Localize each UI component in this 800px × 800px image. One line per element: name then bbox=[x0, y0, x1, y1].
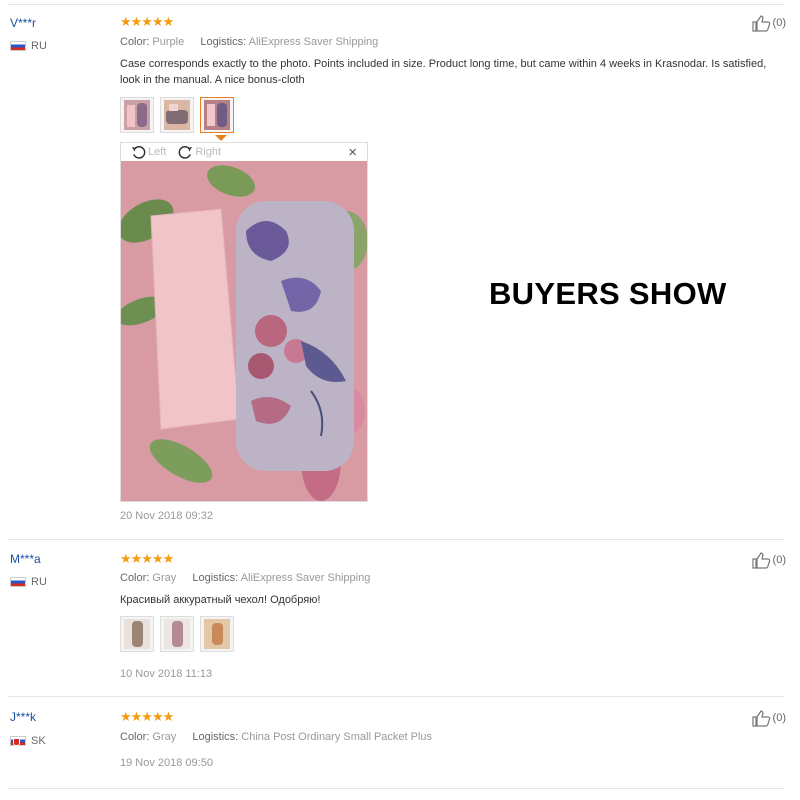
like-button[interactable]: (0) bbox=[751, 709, 786, 727]
logistics-label: Logistics: bbox=[192, 572, 239, 584]
thumbs-up-icon bbox=[751, 710, 770, 727]
star-rating: ★★★★★ bbox=[120, 14, 174, 29]
flag-icon bbox=[10, 41, 26, 51]
rotate-right-icon bbox=[178, 145, 193, 159]
buyers-show-banner: BUYERS SHOW bbox=[489, 276, 727, 311]
color-value: Gray bbox=[152, 572, 177, 584]
photo-thumbnail[interactable] bbox=[200, 616, 234, 652]
order-info: Color: Gray Logistics: AliExpress Saver … bbox=[120, 572, 370, 584]
reviewer-name[interactable]: J***k bbox=[10, 710, 36, 724]
color-label: Color: bbox=[120, 36, 150, 48]
color-label: Color: bbox=[120, 572, 150, 584]
rotate-left-icon bbox=[131, 145, 146, 159]
review-item: V***r RU ★★★★★ (0) Color: Purple Logisti… bbox=[0, 0, 800, 540]
photo-thumbnails bbox=[120, 616, 234, 652]
order-info: Color: Gray Logistics: China Post Ordina… bbox=[120, 731, 432, 743]
like-count: (0) bbox=[772, 554, 786, 566]
color-value: Purple bbox=[152, 36, 185, 48]
flag-icon bbox=[10, 736, 26, 746]
photo-thumbnail[interactable] bbox=[160, 97, 194, 133]
logistics-value: AliExpress Saver Shipping bbox=[240, 572, 371, 584]
rotate-right-button[interactable]: Right bbox=[178, 145, 221, 160]
like-count: (0) bbox=[772, 712, 786, 724]
color-value: Gray bbox=[152, 731, 177, 743]
star-rating: ★★★★★ bbox=[120, 709, 174, 724]
active-thumbnail-caret bbox=[215, 135, 227, 141]
review-date: 10 Nov 2018 11:13 bbox=[120, 668, 213, 680]
star-rating: ★★★★★ bbox=[120, 551, 174, 566]
review-photo bbox=[121, 161, 367, 501]
reviewer-name[interactable]: V***r bbox=[10, 16, 36, 30]
logistics-value: AliExpress Saver Shipping bbox=[248, 36, 379, 48]
review-item: M***a RU ★★★★★ (0) Color: Gray Logistics… bbox=[0, 540, 800, 696]
review-text: Case corresponds exactly to the photo. P… bbox=[120, 58, 767, 86]
photo-thumbnails bbox=[120, 97, 234, 133]
photo-thumbnail-active[interactable] bbox=[200, 97, 234, 133]
review-date: 19 Nov 2018 09:50 bbox=[120, 757, 213, 769]
review-divider bbox=[8, 788, 784, 789]
close-icon[interactable]: × bbox=[348, 144, 357, 161]
viewer-toolbar: Left Right × bbox=[121, 143, 367, 161]
reviewer-country: SK bbox=[10, 735, 46, 747]
logistics-value: China Post Ordinary Small Packet Plus bbox=[241, 731, 433, 743]
like-count: (0) bbox=[772, 17, 786, 29]
country-code: RU bbox=[31, 576, 47, 588]
rotate-right-label: Right bbox=[195, 146, 222, 158]
rotate-left-label: Left bbox=[148, 146, 167, 158]
like-button[interactable]: (0) bbox=[751, 551, 786, 569]
photo-viewer: Left Right × bbox=[120, 142, 368, 502]
photo-thumbnail[interactable] bbox=[120, 616, 154, 652]
color-label: Color: bbox=[120, 731, 150, 743]
photo-thumbnail[interactable] bbox=[160, 616, 194, 652]
order-info: Color: Purple Logistics: AliExpress Save… bbox=[120, 36, 378, 48]
rotate-left-button[interactable]: Left bbox=[131, 145, 166, 160]
photo-thumbnail[interactable] bbox=[120, 97, 154, 133]
reviewer-name[interactable]: M***a bbox=[10, 552, 41, 566]
like-button[interactable]: (0) bbox=[751, 14, 786, 32]
reviewer-country: RU bbox=[10, 40, 47, 52]
thumbs-up-icon bbox=[751, 15, 770, 32]
country-code: SK bbox=[31, 735, 46, 747]
review-text: Красивый аккуратный чехол! Одобряю! bbox=[120, 594, 321, 606]
logistics-label: Logistics: bbox=[192, 731, 239, 743]
reviewer-country: RU bbox=[10, 576, 47, 588]
flag-icon bbox=[10, 577, 26, 587]
review-date: 20 Nov 2018 09:32 bbox=[120, 510, 213, 522]
review-item: J***k SK ★★★★★ (0) Color: Gray Logistics… bbox=[0, 697, 800, 787]
country-code: RU bbox=[31, 40, 47, 52]
logistics-label: Logistics: bbox=[200, 36, 247, 48]
thumbs-up-icon bbox=[751, 552, 770, 569]
